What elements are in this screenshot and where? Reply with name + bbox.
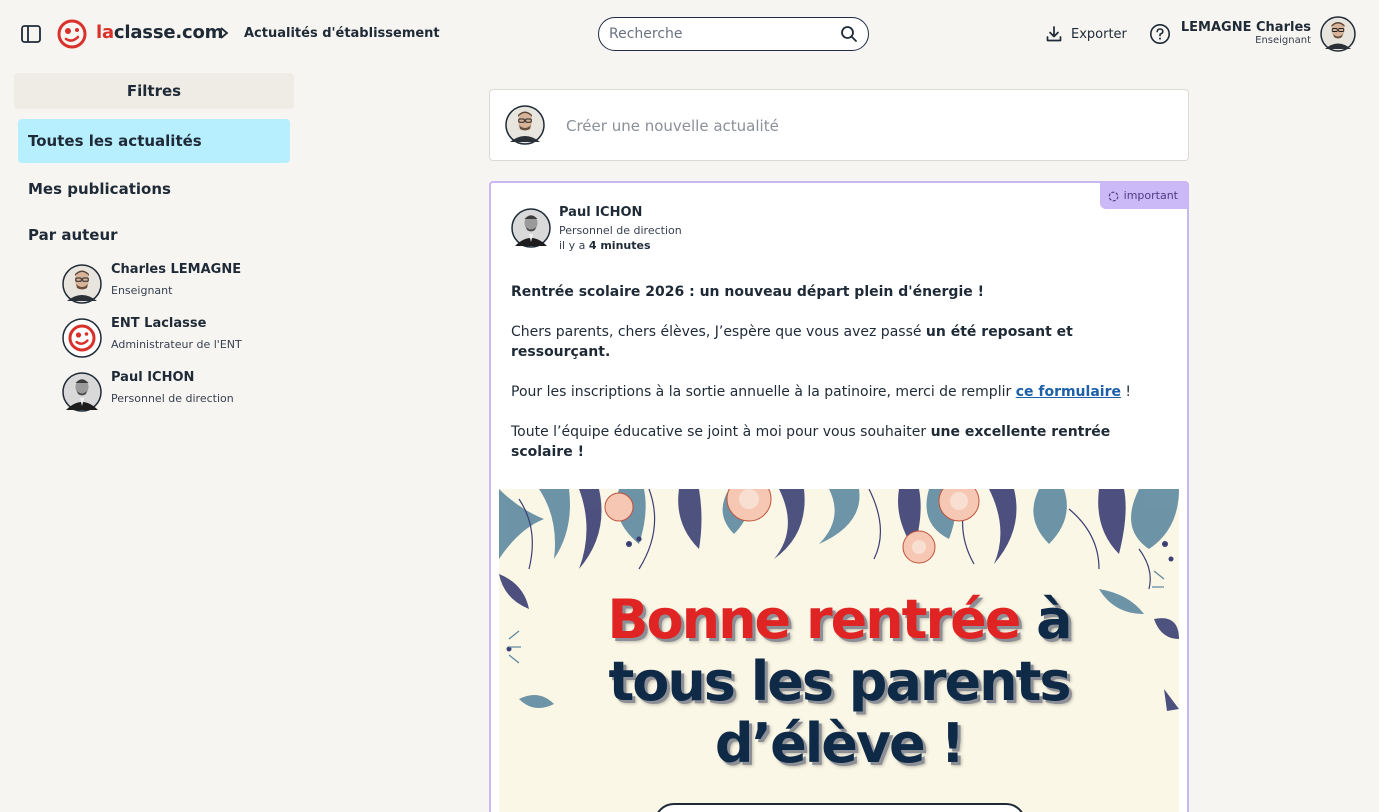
author-filter-paul-ichon[interactable]: Paul ICHON Personnel de direction [62,370,292,414]
banner-headline: Bonne rentrée à tous les parents d’élève… [499,589,1179,775]
post-paragraph: Chers parents, chers élèves, J’espère qu… [511,322,1161,362]
filters-title: Filtres [14,73,294,109]
by-author-heading: Par auteur [28,226,118,244]
post-paragraph: Toute l’équipe éducative se joint à moi … [511,422,1161,462]
paragraph-text: Pour les inscriptions à la sortie annuel… [511,384,1016,400]
banner-line-1-end: à [1019,588,1072,651]
user-identity[interactable]: LEMAGNE Charles Enseignant [1181,21,1311,46]
filter-all-news[interactable]: Toutes les actualités [18,119,290,163]
user-name: LEMAGNE Charles [1180,20,1311,35]
laclasse-logo-icon[interactable] [56,18,88,50]
author-name: Paul ICHON [111,370,195,385]
post-banner-image: Bonne rentrée à tous les parents d’élève… [499,489,1179,812]
export-button[interactable]: Exporter [1045,24,1127,44]
paragraph-text: Chers parents, chers élèves, J’espère qu… [511,324,926,340]
post-title: Rentrée scolaire 2026 : un nouveau dépar… [511,284,985,300]
banner-line-2: tous les parents [608,650,1071,713]
time-prefix: il y a [559,239,586,252]
download-icon [1046,26,1062,42]
avatar [62,372,102,412]
banner-line-3: d’élève ! [714,712,965,775]
avatar [505,105,545,145]
filter-my-publications[interactable]: Mes publications [18,167,290,211]
avatar[interactable] [511,208,551,248]
user-role: Enseignant [1255,35,1311,46]
banner-line-1: Bonne rentrée à [499,589,1179,651]
top-bar: laclasse.com Actualités d'établissement … [0,0,1379,68]
help-icon[interactable] [1149,23,1171,45]
form-link[interactable]: ce formulaire [1016,384,1121,400]
post-body: Rentrée scolaire 2026 : un nouveau dépar… [511,282,1161,482]
post-timestamp: il y a 4 minutes [559,239,682,252]
news-post: important Paul ICHON Personnel de direct… [489,181,1189,812]
paragraph-text: Toute l’équipe éducative se joint à moi … [511,424,931,440]
new-post-placeholder[interactable]: Créer une nouvelle actualité [566,117,779,135]
search-icon[interactable] [840,25,858,43]
loader-icon [1108,191,1119,202]
export-label: Exporter [1071,26,1127,42]
post-author-block: Paul ICHON Personnel de direction il y a… [559,205,682,252]
author-filter-charles-lemagne[interactable]: Charles LEMAGNE Enseignant [62,262,292,306]
sidebar-toggle-icon[interactable] [20,24,42,44]
important-badge: important [1099,183,1187,209]
author-filter-ent-laclasse[interactable]: ENT Laclasse Administrateur de l'ENT [62,316,292,360]
paragraph-text: ! [1120,384,1132,400]
breadcrumb-current: Actualités d'établissement [244,26,440,41]
badge-label: important [1123,189,1178,202]
user-avatar[interactable] [1320,16,1356,52]
post-author-role: Personnel de direction [559,224,682,237]
search-input[interactable] [609,24,829,44]
banner-pill-shape [654,803,1026,812]
logo-text[interactable]: laclasse.com [96,22,223,43]
author-name: ENT Laclasse [111,316,207,331]
author-name: Charles LEMAGNE [111,262,242,277]
banner-red-text: Bonne rentrée [607,588,1021,651]
search-box[interactable] [598,17,869,51]
post-paragraph: Pour les inscriptions à la sortie annuel… [511,382,1161,402]
author-role: Administrateur de l'ENT [111,338,242,351]
chevron-right-icon [220,27,229,39]
logo-text-prefix: la [96,22,114,43]
time-value: 4 minutes [588,239,651,252]
avatar [62,264,102,304]
new-post-composer[interactable]: Créer une nouvelle actualité [489,89,1189,161]
post-author-name[interactable]: Paul ICHON [559,205,682,220]
author-role: Enseignant [111,284,173,297]
author-role: Personnel de direction [111,392,234,405]
logo-text-suffix: classe.com [113,22,224,43]
laclasse-logo-icon [62,318,102,358]
